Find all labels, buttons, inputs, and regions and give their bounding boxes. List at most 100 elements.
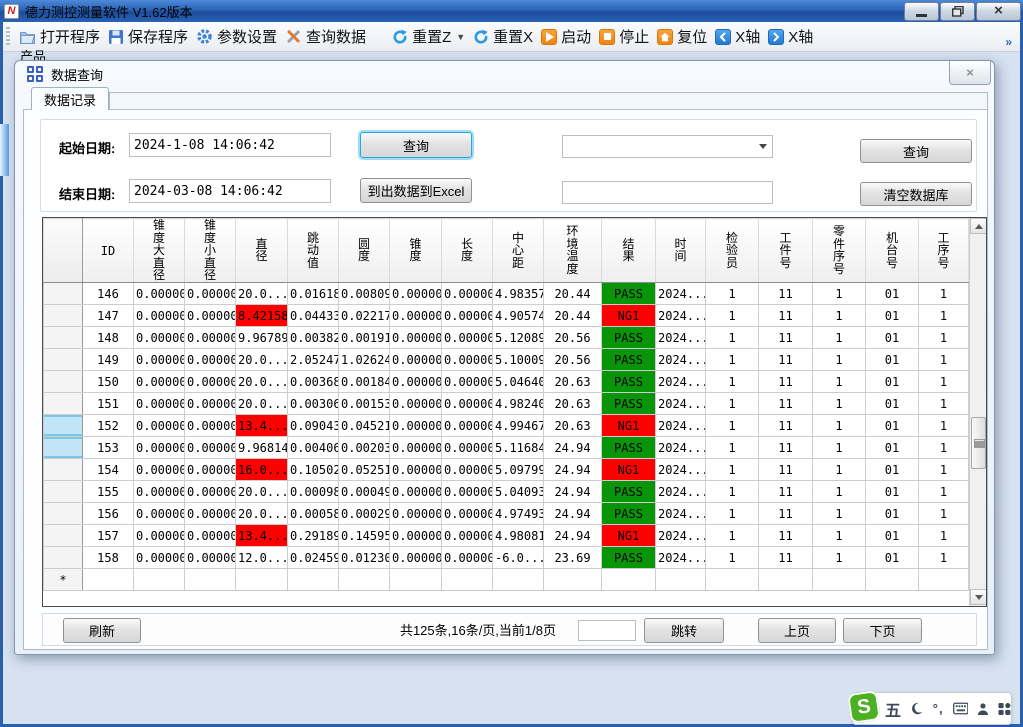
cell[interactable]: NG1 [602, 415, 656, 437]
cell[interactable]: 11 [759, 547, 813, 569]
cell[interactable]: 1 [813, 349, 866, 371]
cell[interactable]: 0.00000 [134, 393, 185, 415]
cell[interactable]: 0.05251 [339, 459, 390, 481]
cell[interactable]: PASS [602, 283, 656, 305]
cell[interactable]: 1 [706, 283, 759, 305]
col-header-center-distance[interactable]: 中 心 距 [493, 219, 544, 283]
col-header-taper-small-dia[interactable]: 锥 度 小 直 径 [185, 219, 236, 283]
table-row[interactable]: 1520.000000.0000013.4...0.090430.045210.… [44, 415, 969, 437]
cell[interactable]: 0.00000 [185, 503, 236, 525]
cell-empty[interactable] [390, 569, 442, 591]
cell[interactable]: 01 [866, 305, 919, 327]
cell[interactable]: 1 [919, 393, 969, 415]
cell[interactable]: 2024... [656, 415, 706, 437]
col-header-taper-big-dia[interactable]: 锥 度 大 直 径 [134, 219, 185, 283]
cell[interactable]: 0.00000 [442, 503, 493, 525]
cell[interactable]: 24.94 [544, 481, 602, 503]
cell-empty[interactable] [919, 569, 969, 591]
cell[interactable]: 5.10009 [493, 349, 544, 371]
cell[interactable]: NG1 [602, 305, 656, 327]
cell[interactable]: 0.00000 [390, 415, 442, 437]
cell-empty[interactable] [134, 569, 185, 591]
cell[interactable]: 2024... [656, 459, 706, 481]
col-header-workpiece-no[interactable]: 工 件 号 [759, 219, 813, 283]
cell[interactable]: 01 [866, 415, 919, 437]
table-row[interactable]: 1460.000000.0000020.0...0.016180.008090.… [44, 283, 969, 305]
table-row[interactable]: 1560.000000.0000020.0...0.000580.000290.… [44, 503, 969, 525]
cell[interactable]: 2024... [656, 349, 706, 371]
cell[interactable]: 5.04640 [493, 371, 544, 393]
cell[interactable]: 0.00000 [134, 371, 185, 393]
cell[interactable]: 0.00000 [134, 437, 185, 459]
cell[interactable]: 0.04521 [339, 415, 390, 437]
cell-id[interactable]: 152 [83, 415, 134, 437]
table-row[interactable]: 1500.000000.0000020.0...0.003680.001840.… [44, 371, 969, 393]
cell[interactable]: 11 [759, 371, 813, 393]
toolbar-query-data[interactable]: 查询数据 [281, 23, 370, 50]
col-header-time[interactable]: 时 间 [656, 219, 706, 283]
cell[interactable]: 2024... [656, 283, 706, 305]
toolbar-x-axis-right[interactable]: X轴 [764, 23, 817, 50]
table-row[interactable]: 1550.000000.0000020.0...0.000980.000490.… [44, 481, 969, 503]
table-row[interactable]: 1490.000000.0000020.0...2.052471.026240.… [44, 349, 969, 371]
scrollbar-thumb[interactable] [971, 417, 986, 469]
cell[interactable]: 5.11684 [493, 437, 544, 459]
cell[interactable]: 0.00000 [390, 393, 442, 415]
new-row-marker[interactable]: * [44, 569, 83, 591]
toolbar-start[interactable]: 启动 [537, 23, 595, 50]
cell[interactable]: 0.00406 [288, 437, 339, 459]
cell[interactable]: 0.00000 [185, 481, 236, 503]
row-selector[interactable] [44, 547, 83, 569]
cell[interactable]: 9.96789 [236, 327, 288, 349]
cell[interactable]: 0.00368 [288, 371, 339, 393]
cell[interactable]: 1 [813, 327, 866, 349]
cell[interactable]: 20.0... [236, 371, 288, 393]
cell[interactable]: 0.00000 [185, 327, 236, 349]
cell[interactable]: 2.05247 [288, 349, 339, 371]
cell[interactable]: PASS [602, 503, 656, 525]
cell[interactable]: 0.00000 [442, 415, 493, 437]
cell-empty[interactable] [706, 569, 759, 591]
cell[interactable]: 0.00000 [442, 349, 493, 371]
ime-punctuation-mode[interactable]: °, [933, 701, 944, 716]
row-selector[interactable] [44, 437, 83, 459]
col-header-length[interactable]: 长 度 [442, 219, 493, 283]
cell[interactable]: 1 [813, 481, 866, 503]
cell[interactable]: 24.94 [544, 459, 602, 481]
cell[interactable]: 1 [919, 459, 969, 481]
cell[interactable]: 11 [759, 327, 813, 349]
cell[interactable]: 01 [866, 349, 919, 371]
cell[interactable]: 0.00000 [390, 305, 442, 327]
cell[interactable]: 0.00000 [442, 305, 493, 327]
query-button[interactable]: 查询 [360, 132, 472, 158]
cell[interactable]: 0.00000 [390, 283, 442, 305]
cell[interactable]: 0.02459 [288, 547, 339, 569]
start-date-input[interactable] [129, 133, 331, 157]
cell[interactable]: 0.00000 [390, 525, 442, 547]
sogou-logo-icon[interactable]: S [847, 690, 881, 724]
cell[interactable]: 20.44 [544, 305, 602, 327]
close-button[interactable]: × [976, 2, 1021, 21]
cell[interactable]: 1 [919, 437, 969, 459]
cell-empty[interactable] [759, 569, 813, 591]
cell[interactable]: 0.00000 [185, 393, 236, 415]
col-header-diameter[interactable]: 直 径 [236, 219, 288, 283]
col-header-part-serial[interactable]: 零 件 序 号 [813, 219, 866, 283]
cell[interactable]: 0.00184 [339, 371, 390, 393]
cell[interactable]: 0.00000 [442, 481, 493, 503]
vertical-scrollbar[interactable] [969, 218, 986, 606]
cell[interactable]: 0.29189 [288, 525, 339, 547]
toolbar-overflow-chevron[interactable]: » [1005, 35, 1012, 49]
cell[interactable]: 20.0... [236, 283, 288, 305]
toolbar-x-axis-left[interactable]: X轴 [711, 23, 764, 50]
cell-id[interactable]: 147 [83, 305, 134, 327]
extra-filter-input[interactable] [562, 181, 773, 204]
cell[interactable]: 0.00000 [442, 283, 493, 305]
cell[interactable]: -6.0... [493, 547, 544, 569]
cell[interactable]: 0.00000 [185, 415, 236, 437]
cell-empty[interactable] [656, 569, 706, 591]
cell[interactable]: 0.01230 [339, 547, 390, 569]
clear-database-button[interactable]: 清空数据库 [860, 182, 972, 206]
cell-empty[interactable] [185, 569, 236, 591]
cell[interactable]: 1.02624 [339, 349, 390, 371]
